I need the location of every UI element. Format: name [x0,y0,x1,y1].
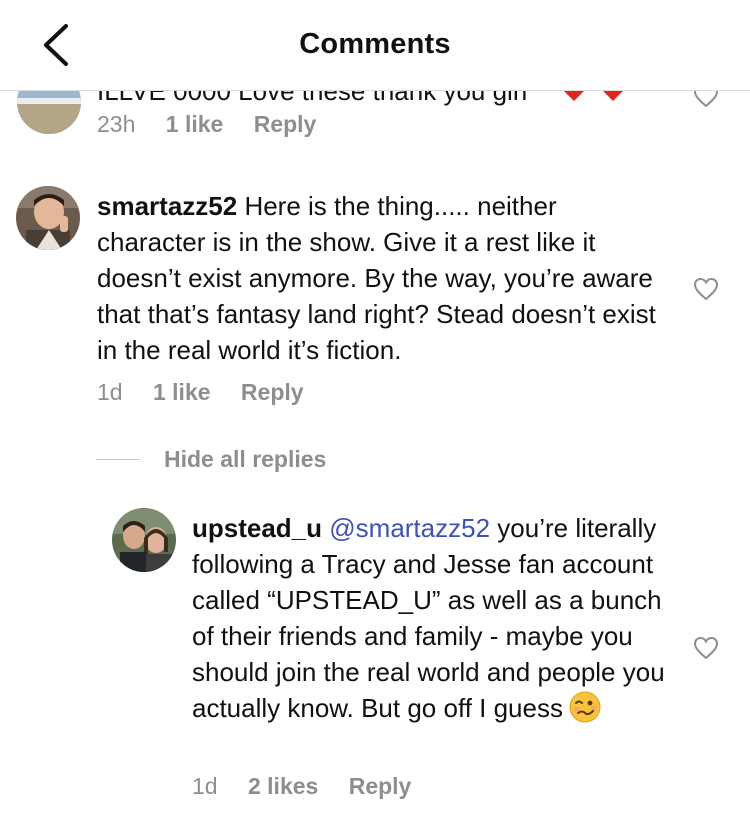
comment-meta: 1d 1 like Reply [97,379,328,406]
divider-line [96,458,140,460]
comment-username[interactable]: smartazz52 [97,191,237,221]
heart-emoji-icon [563,90,585,101]
avatar[interactable] [17,90,81,134]
reply-button[interactable]: Reply [241,379,304,405]
comment-time: 1d [97,379,123,405]
replies-toggle[interactable]: Hide all replies [96,444,326,474]
reply-meta: 1d 2 likes Reply [192,773,435,800]
reply-username[interactable]: upstead_u [192,513,322,543]
comment-body: smartazz52 Here is the thing..... neithe… [97,188,657,368]
reply-button[interactable]: Reply [254,111,317,137]
comment-text: ILLVE 0000 Love these thank you girl [97,90,528,106]
avatar[interactable] [112,508,176,572]
page-title: Comments [299,28,451,60]
woozy-face-icon [569,691,601,723]
mention-link[interactable]: @smartazz52 [329,513,490,543]
avatar[interactable] [16,186,80,250]
reply-time: 1d [192,773,218,799]
comment-time: 23h [97,111,136,137]
reply-body: upstead_u @smartazz52 you’re literally f… [192,510,672,726]
hide-replies-button[interactable]: Hide all replies [164,446,326,473]
header-bar: Comments [0,0,750,91]
likes-count[interactable]: 1 like [153,379,211,405]
like-heart-icon[interactable] [693,636,719,660]
comment-meta: 23h 1 like Reply [97,111,340,138]
like-heart-icon[interactable] [693,277,719,301]
reply-button[interactable]: Reply [349,773,412,799]
likes-count[interactable]: 2 likes [248,773,318,799]
heart-emoji-icon [602,90,624,101]
like-heart-icon[interactable] [693,90,719,108]
likes-count[interactable]: 1 like [166,111,224,137]
